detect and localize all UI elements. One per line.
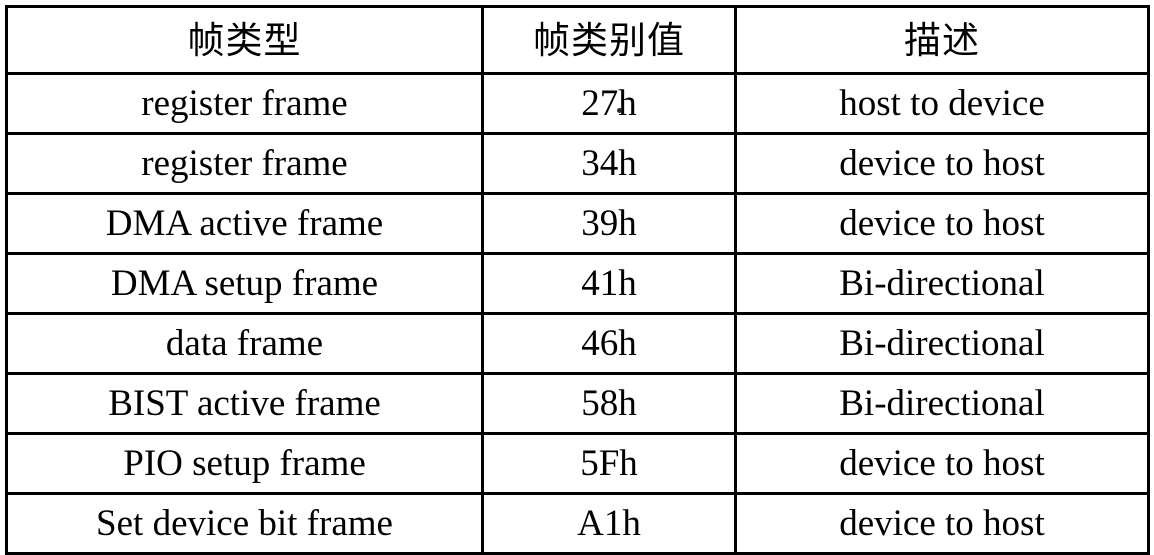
cell-type-value: 34h <box>481 132 737 195</box>
cell-type-value: 46h <box>481 312 737 375</box>
cell-frame-type: data frame <box>5 312 484 375</box>
cell-frame-type: Set device bit frame <box>5 492 484 555</box>
cell-description: Bi-directional <box>734 312 1150 375</box>
cell-description: device to host <box>734 132 1150 195</box>
cell-type-value: 5Fh <box>481 432 737 495</box>
column-header-description: 描述 <box>734 5 1150 75</box>
table-row: Set device bit frame A1h device to host <box>5 492 1150 555</box>
cell-description: Bi-directional <box>734 372 1150 435</box>
cell-type-value: 41h <box>481 252 737 315</box>
table-row: PIO setup frame 5Fh device to host <box>5 432 1150 495</box>
table-header-row: 帧类型 帧类别值 描述 <box>5 5 1150 75</box>
page-root: 帧类型 帧类别值 描述 register frame 27h host to d… <box>0 0 1154 555</box>
table-row: DMA setup frame 41h Bi-directional <box>5 252 1150 315</box>
cell-description: device to host <box>734 432 1150 495</box>
cell-type-value: 58h <box>481 372 737 435</box>
table-row: DMA active frame 39h device to host <box>5 192 1150 255</box>
table-row: register frame 34h device to host <box>5 132 1150 195</box>
cell-type-value: 27h <box>481 72 737 135</box>
cell-frame-type: DMA active frame <box>5 192 484 255</box>
cell-frame-type: register frame <box>5 72 484 135</box>
cell-frame-type: BIST active frame <box>5 372 484 435</box>
cell-frame-type: DMA setup frame <box>5 252 484 315</box>
frame-type-table: 帧类型 帧类别值 描述 register frame 27h host to d… <box>5 5 1150 555</box>
column-header-type-value: 帧类别值 <box>481 5 737 75</box>
cell-description: Bi-directional <box>734 252 1150 315</box>
table-body: register frame 27h host to device regist… <box>5 72 1150 555</box>
cell-description: device to host <box>734 192 1150 255</box>
table-row: register frame 27h host to device <box>5 72 1150 135</box>
cell-frame-type: register frame <box>5 132 484 195</box>
cell-description: host to device <box>734 72 1150 135</box>
table-row: BIST active frame 58h Bi-directional <box>5 372 1150 435</box>
cell-type-value: 39h <box>481 192 737 255</box>
cell-type-value: A1h <box>481 492 737 555</box>
cell-frame-type: PIO setup frame <box>5 432 484 495</box>
cell-description: device to host <box>734 492 1150 555</box>
column-header-frame-type: 帧类型 <box>5 5 484 75</box>
table-row: data frame 46h Bi-directional <box>5 312 1150 375</box>
table-header: 帧类型 帧类别值 描述 <box>5 5 1150 75</box>
scan-artifact-speck <box>617 108 622 113</box>
